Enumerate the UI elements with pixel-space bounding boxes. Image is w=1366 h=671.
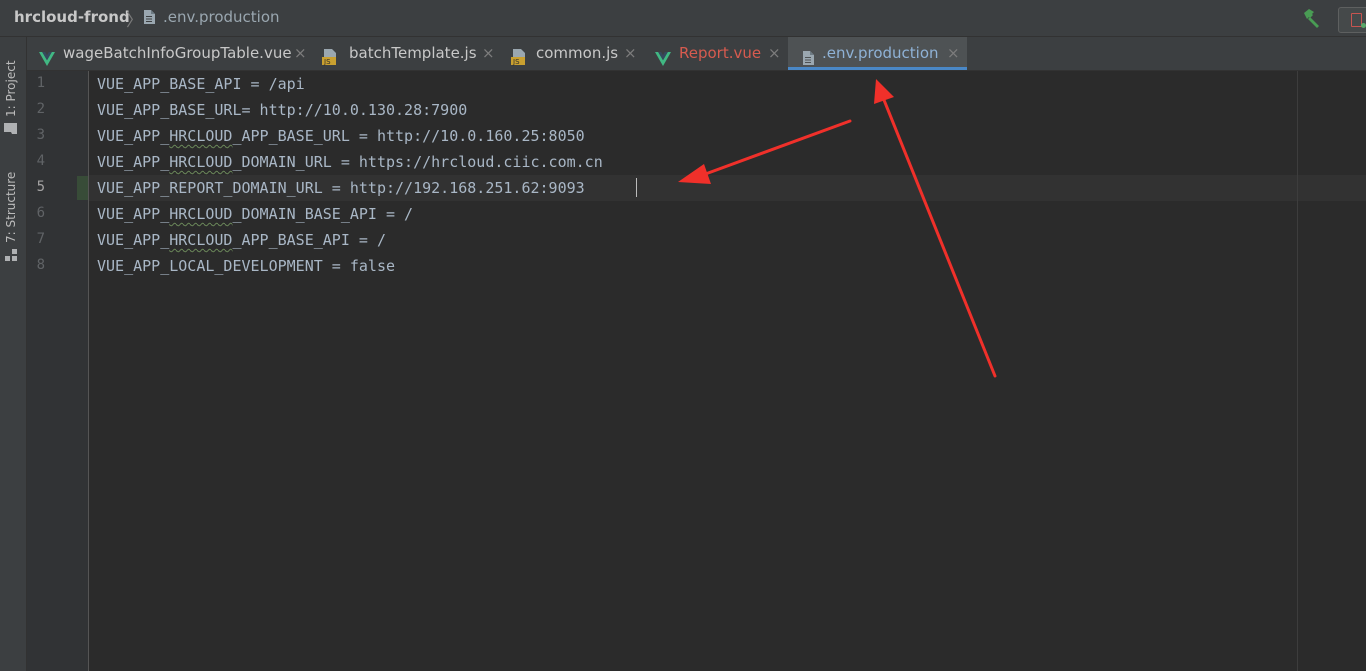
code-text: VUE_APP_ xyxy=(97,127,170,145)
code-line[interactable]: VUE_APP_HRCLOUD_DOMAIN_URL = https://hrc… xyxy=(97,149,603,175)
close-icon[interactable]: × xyxy=(947,37,960,69)
tab-label: Report.vue xyxy=(679,44,762,62)
svg-text:JS: JS xyxy=(512,58,520,66)
breadcrumb-file[interactable]: .env.production xyxy=(163,8,280,26)
code-text: VUE_APP_REPORT_DOMAIN_URL = http://192.1… xyxy=(97,179,585,197)
breadcrumb-separator-icon: 〉 xyxy=(126,11,143,31)
code-line-current[interactable]: VUE_APP_REPORT_DOMAIN_URL = http://192.1… xyxy=(97,175,585,201)
project-tool-label: 1: Project xyxy=(4,60,18,117)
code-text: VUE_APP_ xyxy=(97,153,170,171)
line-number-gutter[interactable]: 1 2 3 4 5 6 7 8 xyxy=(27,71,89,671)
code-text: _APP_BASE_URL = http://10.0.160.25:8050 xyxy=(232,127,585,145)
code-line[interactable]: VUE_APP_BASE_URL= http://10.0.130.28:790… xyxy=(97,97,467,123)
tab-report[interactable]: Report.vue × xyxy=(644,37,788,70)
close-icon[interactable]: × xyxy=(294,37,307,69)
code-text: VUE_APP_LOCAL_DEVELOPMENT = false xyxy=(97,257,396,275)
code-line[interactable]: VUE_APP_BASE_API = /api xyxy=(97,71,305,97)
run-configuration-widget[interactable] xyxy=(1338,7,1366,33)
right-margin-guide xyxy=(1297,71,1298,671)
tab-env-production[interactable]: .env.production × xyxy=(788,37,967,70)
code-text: _DOMAIN_URL = https://hrcloud.ciic.com.c… xyxy=(232,153,603,171)
editor-tabs: wageBatchInfoGroupTable.vue × JS batchTe… xyxy=(27,37,1366,71)
text-file-icon xyxy=(143,9,156,29)
line-number-current: 5 xyxy=(36,179,45,195)
running-status-icon xyxy=(1361,23,1366,28)
typo-text: HRCLOUD xyxy=(169,205,233,223)
structure-tool-button[interactable]: 7: Structure xyxy=(4,149,22,261)
close-icon[interactable]: × xyxy=(624,37,637,69)
typo-text: HRCLOUD xyxy=(169,153,233,171)
line-number: 4 xyxy=(36,153,45,169)
tab-label: wageBatchInfoGroupTable.vue xyxy=(63,44,292,62)
structure-icon xyxy=(4,249,18,261)
vcs-change-marker[interactable] xyxy=(77,176,88,200)
close-icon[interactable]: × xyxy=(768,37,781,69)
code-editor[interactable]: VUE_APP_BASE_API = /api VUE_APP_BASE_URL… xyxy=(89,71,1366,671)
code-line[interactable]: VUE_APP_HRCLOUD_APP_BASE_API = / xyxy=(97,227,386,253)
close-icon[interactable]: × xyxy=(482,37,495,69)
line-number: 3 xyxy=(36,127,45,143)
typo-text: HRCLOUD xyxy=(169,231,233,249)
tab-label: common.js xyxy=(536,44,619,62)
code-text: VUE_APP_BASE_URL= http://10.0.130.28:790… xyxy=(97,101,468,119)
tool-window-stripe: 1: Project 7: Structure xyxy=(0,37,27,671)
line-number: 1 xyxy=(36,75,45,91)
line-number: 2 xyxy=(36,101,45,117)
tab-batchtemplate[interactable]: JS batchTemplate.js × xyxy=(312,37,500,70)
code-line[interactable]: VUE_APP_LOCAL_DEVELOPMENT = false xyxy=(97,253,395,279)
breadcrumb-project[interactable]: hrcloud-frond xyxy=(14,8,130,26)
code-text: VUE_APP_ xyxy=(97,231,170,249)
code-line[interactable]: VUE_APP_HRCLOUD_DOMAIN_BASE_API = / xyxy=(97,201,413,227)
text-caret xyxy=(636,178,637,197)
tab-common[interactable]: JS common.js × xyxy=(500,37,644,70)
tab-wagebatchinfogrouptable[interactable]: wageBatchInfoGroupTable.vue × xyxy=(27,37,312,70)
code-text: _DOMAIN_BASE_API = / xyxy=(232,205,414,223)
navigation-bar: hrcloud-frond 〉 .env.production xyxy=(0,0,1366,37)
folder-icon xyxy=(4,123,18,135)
svg-text:JS: JS xyxy=(323,58,331,66)
line-number: 7 xyxy=(36,231,45,247)
tab-label: batchTemplate.js xyxy=(349,44,477,62)
code-line[interactable]: VUE_APP_HRCLOUD_APP_BASE_URL = http://10… xyxy=(97,123,585,149)
structure-tool-label: 7: Structure xyxy=(4,171,18,243)
project-tool-button[interactable]: 1: Project xyxy=(4,45,22,135)
code-text: VUE_APP_ xyxy=(97,205,170,223)
typo-text: HRCLOUD xyxy=(169,127,233,145)
code-text: VUE_APP_BASE_API = /api xyxy=(97,75,305,93)
line-number: 6 xyxy=(36,205,45,221)
tab-label: .env.production xyxy=(822,44,939,62)
line-number: 8 xyxy=(36,257,45,273)
build-hammer-icon[interactable] xyxy=(1301,7,1323,33)
code-text: _APP_BASE_API = / xyxy=(232,231,386,249)
